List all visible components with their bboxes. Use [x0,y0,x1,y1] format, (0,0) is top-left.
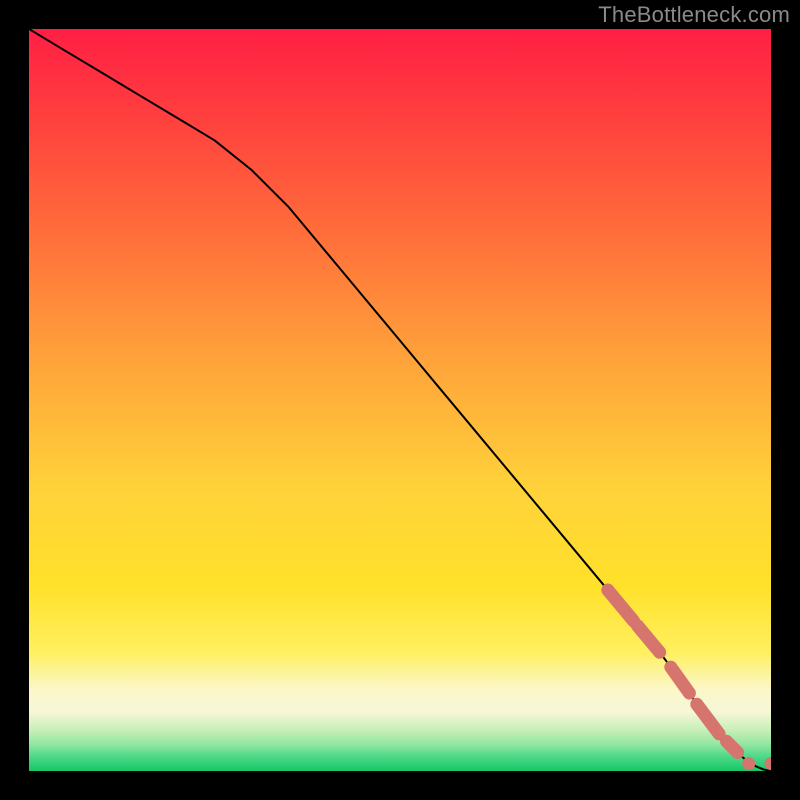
plot-svg [29,29,771,771]
marker-cluster-e [727,741,738,752]
gradient-background [29,29,771,771]
marker-point-f [742,757,755,770]
watermark-text: TheBottleneck.com [598,2,790,28]
chart-frame: TheBottleneck.com [0,0,800,800]
plot-area [29,29,771,771]
